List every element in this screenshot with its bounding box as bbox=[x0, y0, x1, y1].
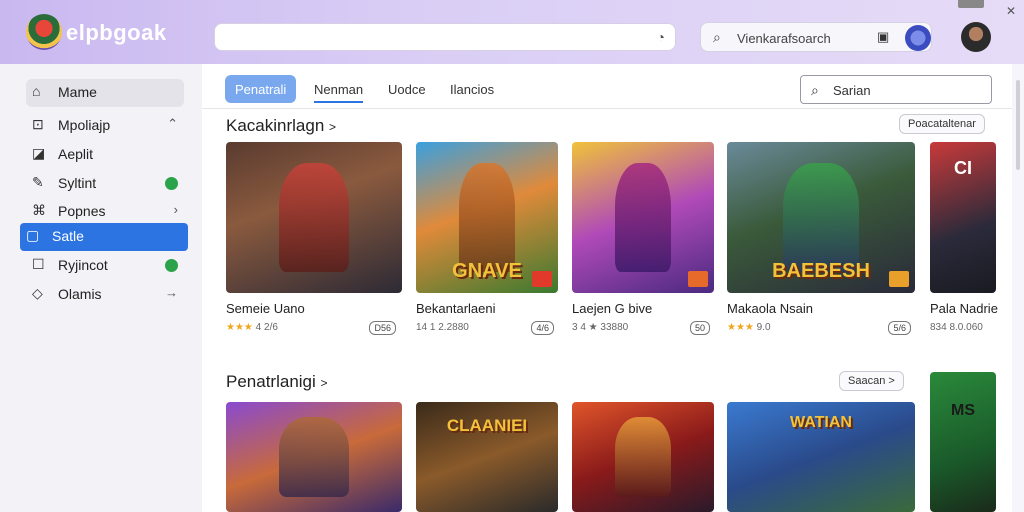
section2-action-button[interactable]: Saacan > bbox=[839, 371, 904, 391]
game-thumbnail[interactable]: WATIAN bbox=[727, 402, 915, 512]
game-logo-text: CI bbox=[954, 158, 972, 178]
square-icon: ☐ bbox=[32, 256, 45, 272]
arrow-right-icon[interactable]: → bbox=[165, 285, 178, 300]
sidebar-item-popnes[interactable]: ⌘ Popnes › bbox=[26, 198, 184, 224]
chevron-right-icon: > bbox=[329, 120, 337, 134]
voice-search-bar[interactable]: ⌕ Vienkarafsoarch ▣ bbox=[700, 22, 932, 52]
sidebar-item-label: Popnes bbox=[58, 203, 106, 219]
sidebar-item-satle[interactable]: ▢ Satle bbox=[20, 223, 188, 251]
sidebar-item-syltint[interactable]: ✎ Syltint bbox=[26, 170, 184, 196]
section-title-1[interactable]: Kacakinrlagn > bbox=[226, 116, 336, 136]
tabs-divider bbox=[202, 108, 1012, 109]
game-logo-text: WATIAN bbox=[790, 414, 852, 431]
game-thumbnail[interactable] bbox=[226, 142, 402, 293]
tag-icon: ▢ bbox=[26, 227, 40, 243]
home-icon: ⌂ bbox=[32, 83, 41, 99]
sidebar-item-mpoliajp[interactable]: ⊡ Mpoliajp ⌃ bbox=[26, 112, 184, 138]
main-search-text: Sarian bbox=[833, 83, 871, 98]
sidebar-item-olamis[interactable]: ◇ Olamis → bbox=[26, 281, 184, 307]
game-rating: 834 8.0.060 bbox=[930, 322, 983, 333]
brand-logo[interactable] bbox=[26, 14, 62, 50]
game-logo-text: MS bbox=[951, 402, 975, 419]
game-title[interactable]: Bekantarlaeni bbox=[416, 301, 496, 316]
app-header: elpbgoak ◔ ⌕ Vienkarafsoarch ▣ ✕ bbox=[0, 0, 1024, 64]
game-thumbnail[interactable]: GNAVE bbox=[416, 142, 558, 293]
game-title[interactable]: Pala Nadrie bbox=[930, 301, 998, 316]
top-search-input[interactable]: ◔ bbox=[214, 23, 676, 51]
game-thumbnail[interactable] bbox=[572, 402, 714, 512]
search-icon: ⌕ bbox=[811, 82, 819, 98]
alert-icon: ⊡ bbox=[32, 116, 44, 132]
mic-icon[interactable]: ▣ bbox=[877, 29, 889, 45]
sidebar-item-home[interactable]: ⌂ Mame bbox=[26, 79, 184, 107]
game-logo-text: BAEBESH bbox=[772, 260, 870, 282]
main-search-input[interactable]: ⌕ Sarian bbox=[800, 75, 992, 104]
pen-icon: ✎ bbox=[32, 174, 44, 190]
section1-action-button[interactable]: Poacataltenar bbox=[899, 114, 985, 134]
window-minimize-button[interactable] bbox=[958, 0, 984, 8]
game-badge: D56 bbox=[369, 321, 396, 335]
search-icon: ⌕ bbox=[713, 29, 721, 45]
chevron-right-icon[interactable]: › bbox=[174, 202, 178, 217]
game-thumbnail[interactable] bbox=[226, 402, 402, 512]
sidebar-item-label: Ryjincot bbox=[58, 257, 108, 273]
sidebar-item-aeplit[interactable]: ◪ Aeplit bbox=[26, 141, 184, 167]
sidebar-item-label: Aeplit bbox=[58, 146, 94, 162]
main-content: Penatrali Nenman Uodce Ilancios ⌕ Sarian… bbox=[202, 64, 1012, 512]
game-rating: ★★★ 9.0 bbox=[727, 322, 771, 333]
game-tag bbox=[532, 271, 552, 287]
user-avatar[interactable] bbox=[961, 22, 991, 52]
game-title[interactable]: Semeie Uano bbox=[226, 301, 305, 316]
gamepad-icon: ⌘ bbox=[32, 202, 46, 218]
status-dot bbox=[165, 177, 178, 190]
section-title-2[interactable]: Penatrlanigi > bbox=[226, 372, 328, 392]
section-title-text: Kacakinrlagn bbox=[226, 116, 325, 135]
tab-ilancios[interactable]: Ilancios bbox=[450, 75, 494, 103]
chevron-right-icon: > bbox=[320, 376, 328, 390]
game-thumbnail[interactable]: CLAANIEI bbox=[416, 402, 558, 512]
game-title[interactable]: Makaola Nsain bbox=[727, 301, 813, 316]
scrollbar[interactable] bbox=[1016, 80, 1020, 170]
game-badge: 5/6 bbox=[888, 321, 911, 335]
sidebar-item-label: Olamis bbox=[58, 286, 102, 302]
status-dot bbox=[165, 259, 178, 272]
game-thumbnail[interactable]: BAEBESH bbox=[727, 142, 915, 293]
sidebar: ⌂ Mame ⊡ Mpoliajp ⌃ ◪ Aeplit ✎ Syltint ⌘… bbox=[0, 64, 202, 512]
game-title[interactable]: Laejen G bive bbox=[572, 301, 652, 316]
game-badge: 4/6 bbox=[531, 321, 554, 335]
sidebar-item-label: Mpoliajp bbox=[58, 117, 111, 133]
sidebar-item-label: Syltint bbox=[58, 175, 97, 191]
game-logo-text: CLAANIEI bbox=[446, 416, 528, 435]
tab-penatrali[interactable]: Penatrali bbox=[225, 75, 297, 103]
game-rating: 14 1 2.2880 bbox=[416, 322, 469, 333]
diamond-icon: ◇ bbox=[32, 285, 43, 301]
game-thumbnail[interactable]: MS bbox=[930, 372, 996, 512]
chat-search-icon[interactable]: ◔ bbox=[657, 29, 665, 45]
voice-search-text: Vienkarafsoarch bbox=[737, 31, 831, 46]
game-badge: 50 bbox=[689, 321, 710, 335]
tab-nenman[interactable]: Nenman bbox=[314, 75, 364, 103]
game-thumbnail[interactable]: CI bbox=[930, 142, 996, 293]
assistant-avatar[interactable] bbox=[905, 25, 931, 51]
sidebar-item-label: Satle bbox=[52, 228, 84, 244]
game-rating: ★★★ 4 2/6 bbox=[226, 322, 278, 333]
brand-name[interactable]: elpbgoak bbox=[66, 20, 167, 46]
section-title-text: Penatrlanigi bbox=[226, 372, 316, 391]
sidebar-item-ryjincot[interactable]: ☐ Ryjincot bbox=[26, 252, 184, 278]
game-rating: 3 4 ★ 33880 bbox=[572, 322, 629, 333]
chevron-up-icon[interactable]: ⌃ bbox=[167, 116, 178, 132]
game-thumbnail[interactable] bbox=[572, 142, 714, 293]
game-tag bbox=[889, 271, 909, 287]
close-icon[interactable]: ✕ bbox=[1006, 4, 1016, 18]
chart-icon: ◪ bbox=[32, 145, 46, 161]
tab-uodce[interactable]: Uodce bbox=[388, 75, 426, 103]
game-tag bbox=[688, 271, 708, 287]
sidebar-item-label: Mame bbox=[58, 84, 97, 100]
